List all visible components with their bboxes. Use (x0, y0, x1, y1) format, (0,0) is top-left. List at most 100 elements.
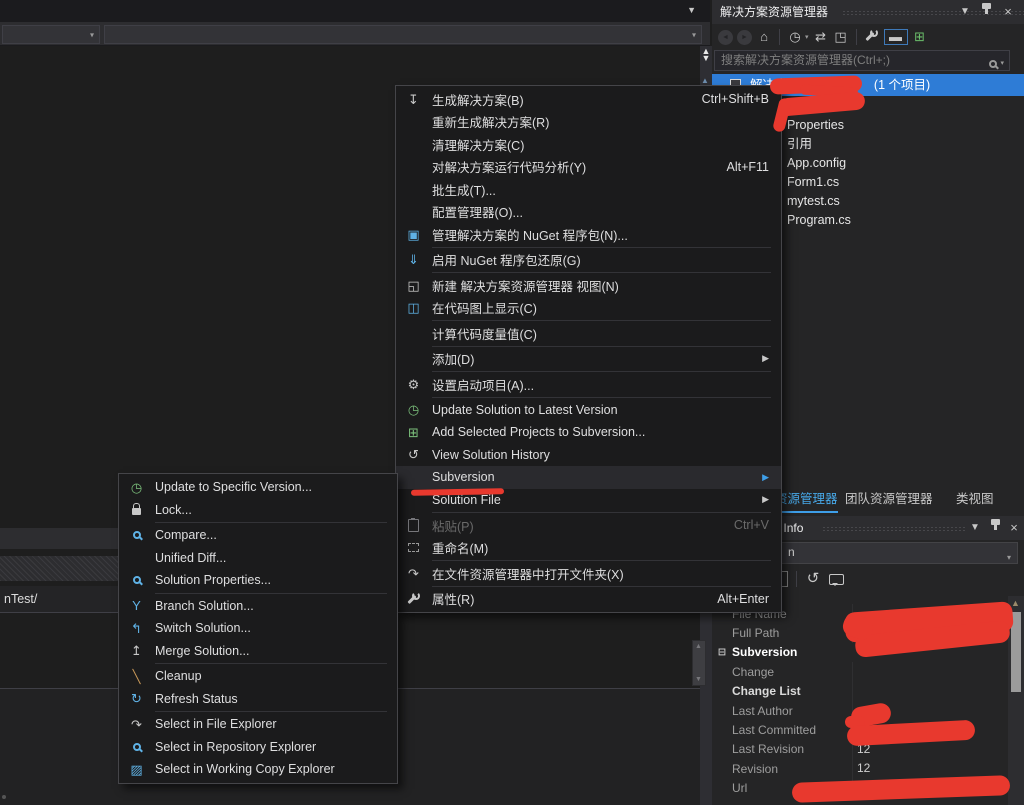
svn-submenu-item[interactable]: Lock... (119, 499, 397, 522)
svn-add-icon: ⊞ (404, 426, 423, 439)
menu-item-label: 重新生成解决方案(R) (432, 112, 769, 131)
solution-properties-icon (133, 576, 141, 584)
scroll-down-icon[interactable]: ▼ (695, 676, 702, 683)
context-menu-item[interactable]: ▣管理解决方案的 NuGet 程序包(N)... (396, 223, 781, 246)
svn-submenu-item[interactable]: ◷Update to Specific Version... (119, 476, 397, 499)
svn-submenu-item[interactable]: Select in Repository Explorer (119, 736, 397, 759)
context-menu-item[interactable]: Subversion▶ (396, 466, 781, 489)
scroll-up-icon[interactable]: ▲ (701, 76, 709, 85)
svn-submenu-item[interactable]: Unified Diff... (119, 547, 397, 570)
context-menu-item[interactable]: ◫在代码图上显示(C) (396, 297, 781, 320)
menu-separator (432, 371, 771, 372)
solution-label-suffix: (1 个项目) (874, 78, 930, 92)
forward-icon[interactable]: ► (737, 30, 752, 45)
select-in-repository-explorer-icon (127, 743, 146, 751)
chevron-down-icon[interactable]: ▼ (957, 0, 973, 24)
svn-submenu-item[interactable]: ↰Switch Solution... (119, 617, 397, 640)
context-menu-item[interactable]: ↷在文件资源管理器中打开文件夹(X) (396, 562, 781, 585)
search-input[interactable]: 搜索解决方案资源管理器(Ctrl+;) ▾ (714, 50, 1010, 71)
member-dropdown[interactable]: ▾ (104, 25, 702, 44)
context-menu-item[interactable]: ⚙设置启动项目(A)... (396, 373, 781, 396)
context-menu-item[interactable]: 添加(D)▶ (396, 348, 781, 371)
svn-submenu-item[interactable]: ↷Select in File Explorer (119, 713, 397, 736)
menu-item-label: Add Selected Projects to Subversion... (432, 425, 769, 439)
refresh-icon[interactable]: ⇄ (813, 29, 829, 45)
context-menu-item[interactable]: ↧生成解决方案(B)Ctrl+Shift+B (396, 88, 781, 111)
svn-submenu-item[interactable]: YBranch Solution... (119, 595, 397, 618)
context-menu-item[interactable]: 重命名(M) (396, 537, 781, 560)
grid-row[interactable]: Change (712, 662, 1008, 681)
context-menu-item[interactable]: ↺View Solution History (396, 444, 781, 467)
chevron-down-icon[interactable]: ▾ (1000, 54, 1004, 73)
properties-wrench-icon[interactable] (864, 29, 880, 46)
splitter-handle-icon[interactable]: ▲▼ (700, 48, 712, 62)
svn-submenu-item[interactable]: ↻Refresh Status (119, 688, 397, 711)
context-menu-item[interactable]: ◱新建 解决方案资源管理器 视图(N) (396, 274, 781, 297)
collapse-expander-icon[interactable]: ⊟ (712, 647, 732, 658)
context-menu-item[interactable]: 清理解决方案(C) (396, 133, 781, 156)
chevron-down-icon[interactable]: ▼ (967, 516, 983, 540)
svn-submenu-item[interactable]: Compare... (119, 524, 397, 547)
sync-class-view-icon[interactable]: ⊞ (912, 29, 928, 45)
close-icon[interactable]: × (1006, 516, 1022, 540)
grid-row-value[interactable] (852, 682, 1008, 701)
project-dropdown[interactable]: ▾ (2, 25, 100, 44)
menu-item-label: Refresh Status (155, 692, 385, 706)
history-icon[interactable]: ↺ (805, 571, 821, 587)
grid-row-label: Last Author (732, 704, 852, 718)
context-menu-item[interactable]: 属性(R)Alt+Enter (396, 588, 781, 611)
panel-tab[interactable]: 团队资源管理器 (845, 488, 933, 511)
grid-row-label: Revision (732, 762, 852, 776)
menu-item-label: 启用 NuGet 程序包还原(G) (432, 250, 769, 269)
context-menu-item[interactable]: 计算代码度量值(C) (396, 322, 781, 345)
scroll-up-icon[interactable]: ▲ (1011, 598, 1020, 608)
grid-row[interactable]: Revision12 (712, 759, 1008, 778)
path-fragment-text: nTest/ (4, 592, 37, 606)
svn-submenu-item[interactable]: ╲Cleanup (119, 665, 397, 688)
nuget-icon: ▣ (404, 228, 423, 241)
context-menu-item[interactable]: 重新生成解决方案(R) (396, 111, 781, 134)
context-menu-item[interactable]: 批生成(T)... (396, 178, 781, 201)
gear-icon: ⚙ (404, 378, 423, 391)
menu-item-label: Compare... (155, 528, 385, 542)
chevron-down-icon[interactable]: ▼ (687, 5, 696, 15)
stray-dot (2, 795, 6, 799)
menu-item-label: 粘贴(P) (432, 516, 706, 535)
panel-tab[interactable]: 类视图 (956, 488, 994, 511)
grid-row-value[interactable] (852, 662, 1008, 681)
collapse-all-icon[interactable]: ◳ (833, 29, 849, 45)
svn-submenu-item[interactable]: ↥Merge Solution... (119, 640, 397, 663)
pin-icon[interactable] (978, 0, 994, 24)
grid-row-label: Subversion (732, 645, 852, 659)
context-menu-item[interactable]: ⊞ Add Selected Projects to Subversion... (396, 421, 781, 444)
context-menu-item[interactable]: 粘贴(P)Ctrl+V (396, 514, 781, 537)
comment-icon[interactable] (829, 574, 844, 585)
svn-submenu-item[interactable]: Solution Properties... (119, 569, 397, 592)
menu-item-label: Lock... (155, 503, 385, 517)
context-menu-item[interactable]: 对解决方案运行代码分析(Y)Alt+F11 (396, 156, 781, 179)
menu-item-label: Select in File Explorer (155, 717, 385, 731)
chevron-down-icon[interactable]: ▾ (805, 33, 809, 41)
home-icon[interactable]: ⌂ (756, 29, 772, 45)
menu-item-label: Cleanup (155, 669, 385, 683)
solution-properties-icon (127, 576, 146, 584)
menu-item-label: 属性(R) (432, 589, 689, 608)
solution-explorer-titlebar[interactable]: 解决方案资源管理器 ▼ × (712, 0, 1024, 24)
compare-icon (127, 531, 146, 539)
open-in-file-explorer-icon: ↷ (404, 567, 423, 580)
context-menu-item[interactable]: ◷Update Solution to Latest Version (396, 399, 781, 422)
pin-icon[interactable] (987, 516, 1003, 540)
search-icon[interactable] (989, 60, 997, 68)
context-menu-item[interactable]: 配置管理器(O)... (396, 201, 781, 224)
properties-wrench-icon (865, 29, 878, 42)
preview-selected-items-icon[interactable]: ▬ (884, 29, 908, 45)
pending-changes-filter-icon[interactable]: ◷ (787, 29, 803, 45)
scroll-up-icon[interactable]: ▲ (695, 643, 702, 650)
background-scrollbar[interactable]: ▲ ▼ (692, 640, 706, 686)
context-menu-item[interactable]: ⇓启用 NuGet 程序包还原(G) (396, 249, 781, 272)
grid-row[interactable]: Change List (712, 682, 1008, 701)
code-map-icon: ◫ (404, 301, 423, 314)
close-icon[interactable]: × (1000, 0, 1016, 24)
back-icon[interactable]: ◄ (718, 30, 733, 45)
svn-submenu-item[interactable]: ▨Select in Working Copy Explorer (119, 758, 397, 781)
